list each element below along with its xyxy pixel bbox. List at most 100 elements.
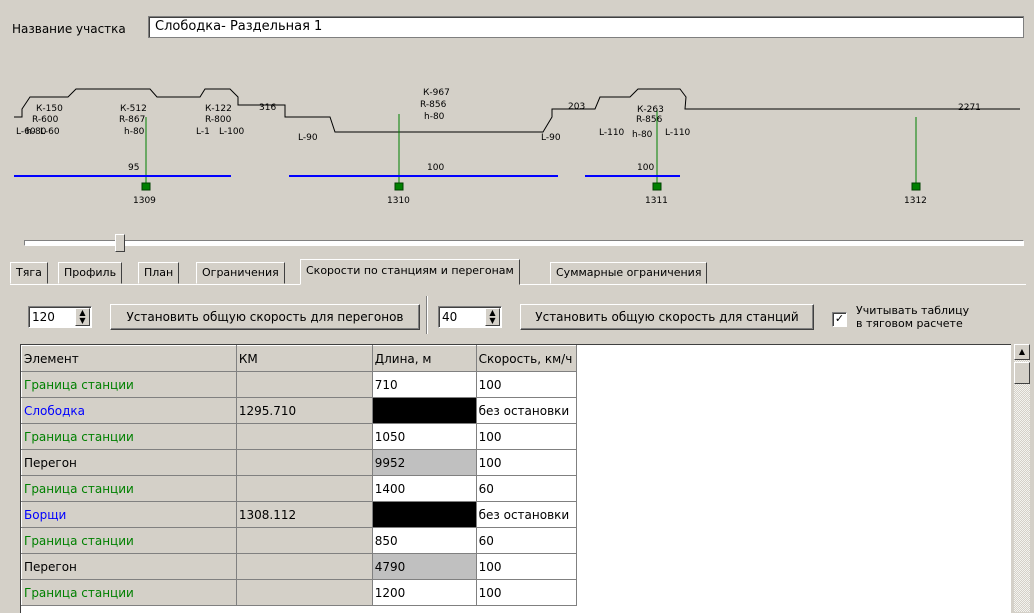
set-haul-speed-button[interactable]: Установить общую скорость для перегонов	[110, 304, 420, 330]
cell-empty	[576, 450, 1010, 476]
cell-km[interactable]	[235, 553, 373, 580]
cell-km[interactable]	[235, 371, 373, 398]
cell-speed[interactable]: 100	[476, 579, 577, 606]
curve-label: L-1	[196, 127, 210, 137]
tab-speeds[interactable]: Скорости по станциям и перегонам	[300, 259, 520, 285]
stepper-arrows-icon[interactable]: ▲ ▼	[485, 308, 500, 326]
cell-km[interactable]	[235, 449, 373, 476]
curve-label: h-80	[632, 130, 653, 140]
cell-empty	[576, 476, 1010, 502]
table-row[interactable]: Граница станции 1050 100	[21, 423, 1011, 450]
cell-element[interactable]: Граница станции	[21, 475, 237, 502]
cell-km[interactable]	[235, 527, 373, 554]
curve-label: К-122	[205, 104, 232, 114]
cell-km[interactable]	[235, 423, 373, 450]
km-label: 1309	[133, 196, 156, 206]
col-header-element[interactable]: Элемент	[21, 345, 237, 372]
cell-speed[interactable]: 100	[476, 553, 577, 580]
cell-length[interactable]	[372, 501, 477, 528]
table-row[interactable]: Граница станции 850 60	[21, 527, 1011, 554]
cell-element[interactable]: Граница станции	[21, 579, 237, 606]
table-row[interactable]: Граница станции 1200 100	[21, 579, 1011, 606]
scroll-up-icon[interactable]: ▲	[1014, 344, 1030, 360]
table-scrollbar[interactable]: ▲	[1014, 344, 1030, 612]
tab-traction[interactable]: Тяга	[10, 262, 48, 284]
curve-label: К-263	[637, 105, 664, 115]
cell-empty	[576, 398, 1010, 424]
col-header-length[interactable]: Длина, м	[371, 345, 477, 372]
cell-length[interactable]: 9952	[372, 449, 477, 476]
km-label: 1311	[645, 196, 668, 206]
speed-controls: 120 ▲ ▼ Установить общую скорость для пер…	[14, 290, 1026, 340]
cell-km[interactable]	[235, 579, 373, 606]
cell-speed[interactable]: без остановки	[476, 397, 577, 424]
cell-km[interactable]: 1295.710	[235, 397, 373, 424]
tab-plan[interactable]: План	[138, 262, 180, 284]
section-name-input[interactable]: Слободка- Раздельная 1	[148, 16, 1024, 38]
use-table-checkbox[interactable]: ✓	[832, 312, 847, 327]
cell-element[interactable]: Перегон	[21, 449, 237, 476]
cell-speed[interactable]: 60	[476, 475, 577, 502]
haul-speed-value: 120	[32, 310, 55, 324]
km-marker	[911, 182, 921, 191]
table-row[interactable]: Граница станции 1400 60	[21, 475, 1011, 502]
cell-km[interactable]: 1308.112	[235, 501, 373, 528]
cell-empty	[576, 424, 1010, 450]
col-header-km[interactable]: КМ	[235, 345, 373, 372]
haul-speed-stepper[interactable]: 120 ▲ ▼	[28, 306, 92, 328]
table-row[interactable]: Слободка 1295.710 без остановки	[21, 397, 1011, 424]
scheme-scroll-thumb[interactable]	[115, 234, 125, 252]
cell-length[interactable]	[372, 397, 477, 424]
checkbox-label-line-2: в тяговом расчете	[856, 317, 963, 330]
curve-label: К-150	[36, 104, 63, 114]
cell-length[interactable]: 4790	[372, 553, 477, 580]
curve-label: R-800	[205, 115, 232, 125]
curve-label: L-60	[40, 127, 60, 137]
table-row[interactable]: Борщи 1308.112 без остановки	[21, 501, 1011, 528]
speed-label: 100	[427, 163, 444, 173]
scroll-thumb[interactable]	[1014, 362, 1030, 384]
tab-profile[interactable]: Профиль	[58, 262, 123, 284]
cell-length[interactable]: 1050	[372, 423, 477, 450]
cell-length[interactable]: 1400	[372, 475, 477, 502]
scheme-scroll-track[interactable]	[24, 240, 1024, 246]
table-row[interactable]: Перегон 9952 100	[21, 449, 1011, 476]
cell-element[interactable]: Борщи	[21, 501, 237, 528]
tab-summary-restrictions[interactable]: Суммарные ограничения	[550, 262, 708, 284]
track-scheme: 1309 1310 1311 1312 95 100 100 К-150 R-6…	[14, 88, 1020, 206]
table-row[interactable]: Граница станции 710 100	[21, 371, 1011, 398]
cell-element[interactable]: Граница станции	[21, 423, 237, 450]
cell-speed[interactable]: 60	[476, 527, 577, 554]
speeds-table: Элемент КМ Длина, м Скорость, км/ч Грани…	[20, 344, 1011, 613]
cell-km[interactable]	[235, 475, 373, 502]
cell-length[interactable]: 850	[372, 527, 477, 554]
cell-element[interactable]: Граница станции	[21, 527, 237, 554]
cell-element[interactable]: Граница станции	[21, 371, 237, 398]
set-station-speed-button[interactable]: Установить общую скорость для станций	[520, 304, 814, 330]
col-header-speed[interactable]: Скорость, км/ч	[475, 345, 577, 372]
cell-element[interactable]: Перегон	[21, 553, 237, 580]
table-row[interactable]: Перегон 4790 100	[21, 553, 1011, 580]
curve-label: L-100	[219, 127, 245, 137]
table-empty-area	[576, 345, 1011, 372]
speed-label: 95	[128, 163, 139, 173]
cell-length[interactable]: 710	[372, 371, 477, 398]
stepper-arrows-icon[interactable]: ▲ ▼	[75, 308, 90, 326]
profile-line	[14, 88, 1020, 133]
cell-speed[interactable]: 100	[476, 449, 577, 476]
cell-speed[interactable]: 100	[476, 423, 577, 450]
cell-element[interactable]: Слободка	[21, 397, 237, 424]
curve-label: R-856	[636, 115, 663, 125]
cell-empty	[576, 554, 1010, 580]
cell-empty	[576, 528, 1010, 554]
tab-bar: Тяга Профиль План Ограничения Скорости п…	[10, 258, 1026, 285]
cell-length[interactable]: 1200	[372, 579, 477, 606]
cell-speed[interactable]: 100	[476, 371, 577, 398]
tab-restrictions[interactable]: Ограничения	[196, 262, 285, 284]
checkbox-label-line-1: Учитывать таблицу	[856, 304, 970, 317]
cell-speed[interactable]: без остановки	[476, 501, 577, 528]
length-label: 316	[259, 103, 276, 113]
cell-empty	[576, 502, 1010, 528]
station-speed-stepper[interactable]: 40 ▲ ▼	[438, 306, 502, 328]
km-label: 1310	[387, 196, 410, 206]
